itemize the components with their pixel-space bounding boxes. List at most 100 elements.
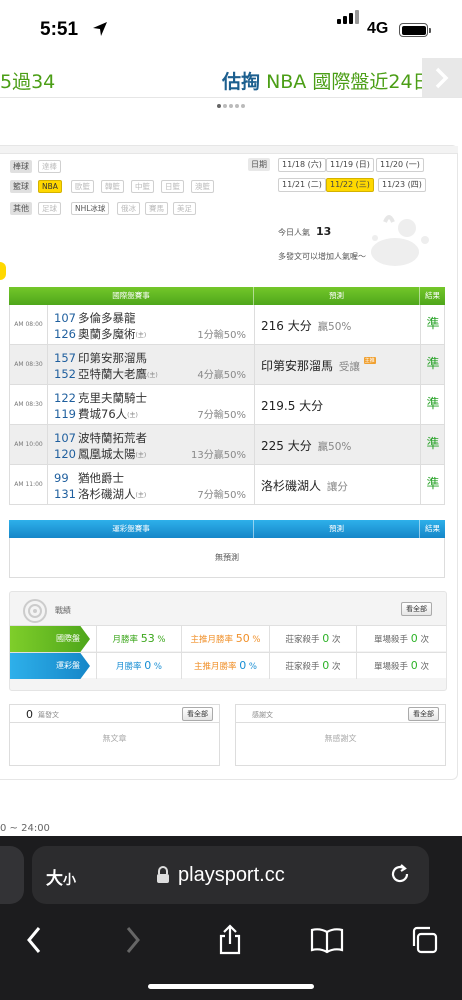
location-arrow-icon bbox=[93, 22, 107, 36]
battery-icon bbox=[399, 23, 428, 37]
game-row[interactable]: AM 11:00 99 猶他爵士 131 洛杉磯湖人(主) 7分輸50% 洛杉磯湖人… bbox=[9, 465, 445, 505]
target-icon bbox=[23, 599, 47, 623]
network-type: 4G bbox=[367, 20, 389, 37]
record-row-sports: 運彩盤 月勝率 0 % 主推月勝率 0 % 莊家殺手 0 次 單場殺手 0 次 bbox=[10, 652, 446, 679]
status-time: 5:51 bbox=[40, 19, 79, 40]
monthly-win-rate: 月勝率 53 % bbox=[96, 626, 181, 652]
tabs-icon bbox=[412, 926, 438, 954]
away-team: 107 多倫多暴龍 bbox=[54, 311, 136, 325]
date-option[interactable]: 11/19 (日) bbox=[326, 158, 374, 172]
game-time: AM 08:30 bbox=[10, 385, 48, 424]
house-killer: 莊家殺手 0 次 bbox=[269, 626, 356, 652]
col-header: 國際盤賽事 bbox=[9, 287, 254, 305]
date-option[interactable]: 11/18 (六) bbox=[278, 158, 326, 172]
game-time: AM 11:00 bbox=[10, 465, 48, 504]
prediction: 洛杉磯湖人 讓分 bbox=[261, 479, 348, 493]
prediction: 219.5 大分 bbox=[261, 399, 324, 413]
date-option[interactable]: 11/20 (一) bbox=[376, 158, 424, 172]
col-header: 預測 bbox=[254, 520, 420, 538]
filter-chip[interactable]: 澳籃 bbox=[191, 180, 214, 193]
main-pick-win-rate: 主推月勝率 50 % bbox=[181, 626, 269, 652]
filter-chip[interactable]: 賽馬 bbox=[145, 202, 168, 215]
posts-view-all-button[interactable]: 看全部 bbox=[182, 707, 213, 721]
status-bar: 5:51 4G bbox=[0, 0, 462, 58]
house-killer: 莊家殺手 0 次 bbox=[269, 653, 356, 679]
chevron-left-icon bbox=[27, 927, 41, 953]
date-option[interactable]: 11/21 (二) bbox=[278, 178, 326, 192]
odds: 7分輸50% bbox=[197, 490, 246, 501]
reload-icon[interactable] bbox=[388, 862, 412, 886]
filter-chip[interactable]: 中籃 bbox=[131, 180, 154, 193]
game-time: AM 08:00 bbox=[10, 305, 48, 344]
prediction: 216 大分 贏50% bbox=[261, 319, 352, 333]
forward-button[interactable] bbox=[113, 920, 153, 960]
chevron-right-icon bbox=[435, 67, 449, 89]
marquee-left-text: 5過34 bbox=[0, 71, 56, 93]
popularity: 今日人氣 13 bbox=[278, 225, 332, 238]
record-view-all-button[interactable]: 看全部 bbox=[401, 602, 432, 616]
result: 準 bbox=[426, 397, 440, 412]
filter-chip[interactable]: 俄冰 bbox=[117, 202, 140, 215]
news-marquee[interactable]: 5過34 估掏 NBA 國際盤近24日 bbox=[0, 58, 462, 98]
thanks-view-all-button[interactable]: 看全部 bbox=[408, 707, 439, 721]
record-section: 戰績 看全部 國際盤 月勝率 53 % 主推月勝率 50 % 莊家殺手 0 次 … bbox=[9, 591, 447, 691]
thanks-empty: 無感謝文 bbox=[324, 734, 357, 743]
result: 準 bbox=[426, 477, 440, 492]
col-header: 結果 bbox=[425, 524, 440, 533]
col-header: 結果 bbox=[425, 291, 440, 300]
filter-chip[interactable]: 韓籃 bbox=[101, 180, 124, 193]
away-team: 157 印第安那溜馬 bbox=[54, 351, 147, 365]
filter-chip[interactable]: 達棒 bbox=[38, 160, 61, 173]
date-label: 日期 bbox=[248, 158, 270, 171]
thanks-label: 感謝文 bbox=[252, 711, 273, 719]
odds: 1分輸50% bbox=[197, 330, 246, 341]
record-tag-intl: 國際盤 bbox=[10, 626, 90, 652]
lock-icon bbox=[157, 866, 169, 883]
previous-tab-preview[interactable] bbox=[0, 846, 24, 904]
game-row[interactable]: AM 10:00 107 波特蘭拓荒者 120 鳳凰城太陽(主) 13分贏50% 2… bbox=[9, 425, 445, 465]
tabs-button[interactable] bbox=[404, 920, 444, 960]
game-row[interactable]: AM 08:30 122 克里夫蘭騎士 119 費城76人(主) 7分輸50% 21… bbox=[9, 385, 445, 425]
home-team: 131 洛杉磯湖人(主) bbox=[54, 487, 147, 501]
filter-chip[interactable]: 歐籃 bbox=[71, 180, 94, 193]
share-button[interactable] bbox=[210, 920, 250, 960]
bookmarks-button[interactable] bbox=[307, 920, 347, 960]
odds: 7分輸50% bbox=[197, 410, 246, 421]
away-team: 107 波特蘭拓荒者 bbox=[54, 431, 147, 445]
record-row-intl: 國際盤 月勝率 53 % 主推月勝率 50 % 莊家殺手 0 次 單場殺手 0 … bbox=[10, 625, 446, 652]
post-count: 0 bbox=[26, 708, 33, 721]
filter-chip-nba[interactable]: NBA bbox=[38, 180, 62, 193]
text-size-button[interactable]: 大小 bbox=[46, 864, 76, 889]
marquee-next-button[interactable] bbox=[422, 58, 462, 97]
chevron-right-icon bbox=[126, 927, 140, 953]
carousel-dots[interactable] bbox=[0, 100, 462, 112]
game-time: AM 10:00 bbox=[10, 425, 48, 464]
category-basketball: 籃球 bbox=[10, 180, 32, 193]
back-button[interactable] bbox=[14, 920, 54, 960]
col-header: 運彩盤賽事 bbox=[9, 520, 254, 538]
home-team: 152 亞特蘭大老鷹(主) bbox=[54, 367, 158, 381]
date-option-selected[interactable]: 11/22 (三) bbox=[326, 178, 374, 192]
mascot-decoration-icon bbox=[371, 215, 429, 266]
game-row[interactable]: AM 08:00 107 多倫多暴龍 126 奧蘭多魔術(主) 1分輸50% 216… bbox=[9, 305, 445, 345]
date-option[interactable]: 11/23 (四) bbox=[378, 178, 426, 192]
game-row[interactable]: AM 08:30 157 印第安那溜馬 152 亞特蘭大老鷹(主) 4分贏50% 印… bbox=[9, 345, 445, 385]
filter-chip[interactable]: 足球 bbox=[38, 202, 61, 215]
posts-box: 0 篇發文 看全部 無文章 bbox=[9, 704, 220, 766]
single-killer: 單場殺手 0 次 bbox=[356, 626, 446, 652]
col-header: 預測 bbox=[254, 287, 420, 305]
filter-chip-nhl[interactable]: NHL冰球 bbox=[71, 202, 110, 215]
address-bar[interactable]: 大小 playsport.cc bbox=[32, 846, 429, 904]
popularity-tip: 多發文可以增加人氣喔～ bbox=[278, 252, 366, 261]
prediction: 225 大分 贏50% bbox=[261, 439, 352, 453]
filter-chip[interactable]: 美足 bbox=[173, 202, 196, 215]
away-team: 122 克里夫蘭騎士 bbox=[54, 391, 147, 405]
post-count-label: 篇發文 bbox=[38, 711, 59, 719]
odds: 13分贏50% bbox=[191, 450, 246, 461]
game-time: AM 08:30 bbox=[10, 345, 48, 384]
posts-empty: 無文章 bbox=[102, 734, 127, 743]
result: 準 bbox=[426, 317, 440, 332]
timeline-range: 0 ~ 24:00 bbox=[0, 823, 50, 834]
book-icon bbox=[310, 928, 344, 954]
filter-chip[interactable]: 日籃 bbox=[161, 180, 184, 193]
